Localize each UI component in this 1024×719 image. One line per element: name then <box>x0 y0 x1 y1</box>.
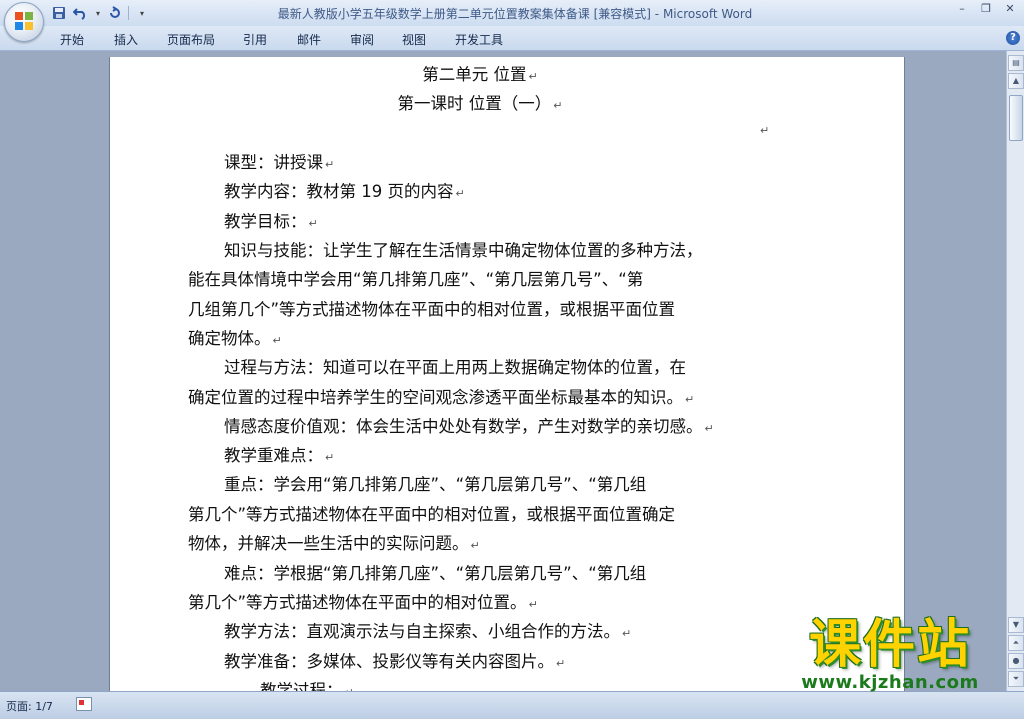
save-icon[interactable] <box>50 4 68 22</box>
tab-home[interactable]: 开始 <box>60 31 84 48</box>
window-controls: – ❐ ✕ <box>956 2 1016 15</box>
title-bar: 最新人教版小学五年级数学上册第二单元位置教案集体备课 [兼容模式] - Micr… <box>0 0 1024 26</box>
app-name: Microsoft Word <box>662 7 753 21</box>
doc-line-key-points: 教学重难点： ↵ <box>224 446 335 465</box>
tab-developer[interactable]: 开发工具 <box>455 31 503 48</box>
watermark-title: 课件站 <box>808 615 971 675</box>
doc-line-knowledge-1: 知识与技能：让学生了解在生活情景中确定物体位置的多种方法， <box>224 241 703 260</box>
next-page-icon[interactable]: ⏷ <box>1008 671 1024 687</box>
ribbon-tabs: 开始 插入 页面布局 引用 邮件 审阅 视图 开发工具 ? <box>0 26 1024 51</box>
kjzhan-watermark-logo: 课件站 www.kjzhan.com <box>772 616 1008 694</box>
close-icon[interactable]: ✕ <box>1004 2 1016 15</box>
quick-access-toolbar: ▾ ▾ <box>50 3 151 23</box>
office-logo-icon <box>15 12 33 30</box>
select-browse-object-icon[interactable]: ● <box>1008 653 1024 669</box>
undo-icon[interactable] <box>72 4 90 22</box>
window-title: 最新人教版小学五年级数学上册第二单元位置教案集体备课 [兼容模式] - Micr… <box>0 5 1024 22</box>
doc-line-knowledge-2: 能在具体情境中学会用“第几排第几座”、“第几层第几号”、“第 <box>188 270 644 289</box>
customize-qat-icon[interactable]: ▾ <box>133 4 151 22</box>
doc-line-method: 教学方法：直观演示法与自主探索、小组合作的方法。 ↵ <box>224 622 632 641</box>
proofing-icon[interactable] <box>76 697 92 711</box>
doc-line-difficulty-1: 难点：学根据“第几排第几座”、“第几层第几号”、“第几组 <box>224 564 647 583</box>
undo-dropdown-icon[interactable]: ▾ <box>94 4 102 22</box>
previous-page-icon[interactable]: ⏶ <box>1008 635 1024 651</box>
restore-icon[interactable]: ❐ <box>980 2 992 15</box>
tab-insert[interactable]: 插入 <box>114 31 138 48</box>
doc-line-focus-3: 物体，并解决一些生活中的实际问题。 ↵ <box>188 534 480 553</box>
minimize-icon[interactable]: – <box>956 2 968 15</box>
doc-line-difficulty-2: 第几个”等方式描述物体在平面中的相对位置。 ↵ <box>188 593 538 612</box>
help-icon[interactable]: ? <box>1006 31 1020 45</box>
tab-review[interactable]: 审阅 <box>350 31 374 48</box>
document-title: 最新人教版小学五年级数学上册第二单元位置教案集体备课 [兼容模式] <box>277 7 651 21</box>
office-button[interactable] <box>4 2 44 42</box>
scroll-down-icon[interactable]: ▼ <box>1008 617 1024 633</box>
title-separator: - <box>650 7 663 21</box>
tab-page-layout[interactable]: 页面布局 <box>167 31 215 48</box>
redo-icon[interactable] <box>106 4 124 22</box>
tab-mailings[interactable]: 邮件 <box>297 31 321 48</box>
doc-line-focus-2: 第几个”等方式描述物体在平面中的相对位置，或根据平面位置确定 <box>188 505 676 524</box>
tab-references[interactable]: 引用 <box>243 31 267 48</box>
document-workspace: 第二单元 位置 ↵ 第一课时 位置（一） ↵ ↵ 课型：讲授课 ↵ 教学内容：教材第 … <box>0 51 1006 700</box>
empty-paragraph: ↵ <box>760 124 770 137</box>
doc-line-process-1: 过程与方法：知道可以在平面上用两上数据确定物体的位置，在 <box>224 358 686 377</box>
doc-line-lesson-type: 课型：讲授课 ↵ <box>224 153 335 172</box>
status-bar: 页面: 1/7 <box>0 691 1024 719</box>
document-page[interactable]: 第二单元 位置 ↵ 第一课时 位置（一） ↵ ↵ 课型：讲授课 ↵ 教学内容：教材第 … <box>110 57 904 700</box>
doc-line-content: 教学内容：教材第 19 页的内容 ↵ <box>224 182 465 201</box>
vertical-scrollbar[interactable]: ▤ ▲ ▼ ⏶ ● ⏷ <box>1006 51 1024 691</box>
doc-title: 第二单元 位置 ↵ <box>422 65 538 84</box>
scrollbar-thumb[interactable] <box>1009 95 1023 141</box>
doc-line-preparation: 教学准备：多媒体、投影仪等有关内容图片。 ↵ <box>224 652 566 671</box>
doc-line-knowledge-4: 确定物体。 ↵ <box>188 329 282 348</box>
view-ruler-icon[interactable]: ▤ <box>1008 55 1024 71</box>
qat-separator <box>128 6 129 20</box>
doc-line-process-2: 确定位置的过程中培养学生的空间观念渗透平面坐标最基本的知识。 ↵ <box>188 388 695 407</box>
watermark-url: www.kjzhan.com <box>801 672 979 693</box>
doc-line-objectives: 教学目标： ↵ <box>224 212 318 231</box>
doc-subtitle: 第一课时 位置（一） ↵ <box>397 94 563 113</box>
doc-line-focus-1: 重点：学会用“第几排第几座”、“第几层第几号”、“第几组 <box>224 475 647 494</box>
page-counter[interactable]: 页面: 1/7 <box>6 698 53 714</box>
tab-view[interactable]: 视图 <box>402 31 426 48</box>
doc-line-attitude: 情感态度价值观：体会生活中处处有数学，产生对数学的亲切感。 ↵ <box>224 417 714 436</box>
doc-line-knowledge-3: 几组第几个”等方式描述物体在平面中的相对位置，或根据平面位置 <box>188 300 676 319</box>
scroll-up-icon[interactable]: ▲ <box>1008 73 1024 89</box>
